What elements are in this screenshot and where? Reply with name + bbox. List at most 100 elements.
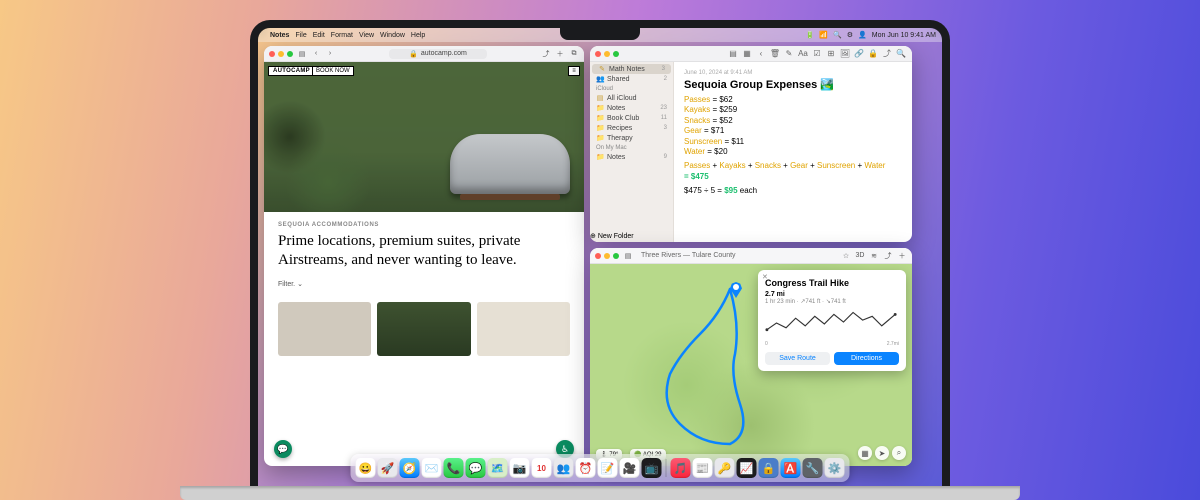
add-icon[interactable]: ＋ [897,251,907,261]
locate-icon[interactable]: ➤ [875,446,889,460]
dock-app-freeform[interactable]: 🎥 [620,458,640,478]
menubar-item[interactable]: Edit [313,32,325,39]
trash-icon[interactable]: 🗑 [769,49,781,58]
filter-button[interactable]: Filter. ⌄ [278,280,570,288]
sidebar-item[interactable]: 📁Notes23 [590,103,673,113]
hamburger-menu-icon[interactable]: ≡ [568,66,580,76]
menubar-item[interactable]: View [359,32,374,39]
close-button[interactable] [595,253,601,259]
save-route-button[interactable]: Save Route [765,352,830,365]
url-field[interactable]: 🔒 autocamp.com [389,49,487,59]
dock-app-passwords[interactable]: 🔑 [715,458,735,478]
search-icon[interactable]: 🔍 [895,49,907,58]
binoculars-icon[interactable]: ⌕ [892,446,906,460]
back-icon[interactable]: ‹ [755,49,767,58]
folder-icon: 📁 [596,134,604,142]
map-pin-icon[interactable] [730,282,742,298]
sidebar-item-label: Recipes [607,125,632,132]
sidebar-item[interactable]: ✎Math Notes3 [592,64,671,74]
menubar-item[interactable]: Help [411,32,425,39]
menubar-item[interactable]: Format [331,32,353,39]
zoom-button[interactable] [287,51,293,57]
dock-app-launchpad[interactable]: 🚀 [378,458,398,478]
thumbnail[interactable] [477,302,570,356]
route-name: Congress Trail Hike [765,278,899,288]
close-button[interactable] [269,51,275,57]
dock-app-keychain[interactable]: 🔒 [759,458,779,478]
sidebar-item[interactable]: ▤All iCloud [590,93,673,103]
dock-app-contacts[interactable]: 👥 [554,458,574,478]
dock-app-settings[interactable]: ⚙️ [825,458,845,478]
close-button[interactable] [595,51,601,57]
sidebar-icon[interactable]: ▤ [297,49,307,59]
dock-app-news[interactable]: 📰 [693,458,713,478]
sidebar-item[interactable]: 📁Notes9 [590,152,673,162]
media-icon[interactable]: 🖼 [839,49,851,58]
map-mode-icon[interactable]: ▦ [858,446,872,460]
checklist-icon[interactable]: ☑ [811,49,823,58]
sidebar-item[interactable]: 📁Book Club11 [590,113,673,123]
site-logo[interactable]: AUTOCAMP [268,66,315,76]
lock-icon[interactable]: 🔒 [867,49,879,58]
control-center-icon[interactable]: ⚙︎ [847,31,853,39]
sidebar-icon[interactable]: ▤ [623,251,633,261]
user-icon[interactable]: 👤 [858,31,867,39]
layers-icon[interactable]: ≋ [869,251,879,261]
zoom-button[interactable] [613,253,619,259]
notes-toolbar: ▤ ▦ ‹ 🗑 ✎ Aa ☑ ⊞ 🖼 🔗 🔒 ⤴ 🔍 [590,46,912,62]
dock-app-calendar[interactable]: 10 [532,458,552,478]
dock-app-tv[interactable]: 📺 [642,458,662,478]
format-icon[interactable]: Aa [797,49,809,58]
thumbnail[interactable] [278,302,371,356]
minimize-button[interactable] [604,253,610,259]
dock-app-music[interactable]: 🎵 [671,458,691,478]
3d-icon[interactable]: 3D [855,251,865,261]
dock-app-safari[interactable]: 🧭 [400,458,420,478]
share-icon[interactable]: ⤴ [883,251,893,261]
dock-app-finder[interactable]: 😀 [356,458,376,478]
dock-app-notes[interactable]: 📝 [598,458,618,478]
thumbnail[interactable] [377,302,470,356]
battery-icon[interactable]: 🔋 [806,31,815,39]
chat-fab-icon[interactable]: 💬 [274,440,292,458]
share-icon[interactable]: ⤴ [881,48,893,59]
dock-app-appstore[interactable]: 🅰️ [781,458,801,478]
back-icon[interactable]: ‹ [311,49,321,59]
minimize-button[interactable] [604,51,610,57]
dock-app-maps[interactable]: 🗺️ [488,458,508,478]
dock-app-facetime[interactable]: 📞 [444,458,464,478]
directions-button[interactable]: Directions [834,352,899,365]
note-content[interactable]: June 10, 2024 at 9:41 AM Sequoia Group E… [674,62,912,230]
new-folder-button[interactable]: ⊕ New Folder [590,230,674,242]
dock-app-stocks[interactable]: 📈 [737,458,757,478]
sidebar-item[interactable]: 📁Recipes3 [590,123,673,133]
dock-app-shortcuts[interactable]: 🔧 [803,458,823,478]
zoom-button[interactable] [613,51,619,57]
share-icon[interactable]: ⤴ [541,49,551,59]
search-icon[interactable]: 🔍 [833,31,842,39]
table-icon[interactable]: ⊞ [825,49,837,58]
book-now-button[interactable]: BOOK NOW [312,66,354,76]
forward-icon[interactable]: › [325,49,335,59]
clock[interactable]: Mon Jun 10 9:41 AM [872,32,936,39]
menubar-item[interactable]: Window [380,32,405,39]
sidebar-item[interactable]: 👥Shared2 [590,74,673,84]
dock-app-reminders[interactable]: ⏰ [576,458,596,478]
link-icon[interactable]: 🔗 [853,49,865,58]
dock-app-photos[interactable]: 📷 [510,458,530,478]
compose-icon[interactable]: ✎ [783,49,795,58]
dock-app-mail[interactable]: ✉️ [422,458,442,478]
tabs-icon[interactable]: ⧉ [569,49,579,59]
list-view-icon[interactable]: ▤ [727,49,739,58]
wifi-icon[interactable]: 📶 [819,31,828,39]
minimize-button[interactable] [278,51,284,57]
dock-app-messages[interactable]: 💬 [466,458,486,478]
grid-view-icon[interactable]: ▦ [741,49,753,58]
menubar-item[interactable]: File [295,32,306,39]
new-tab-icon[interactable]: ＋ [555,49,565,59]
menubar-app-name[interactable]: Notes [270,32,289,39]
sidebar-item[interactable]: 📁Therapy [590,133,673,143]
map-canvas[interactable]: ✕ Congress Trail Hike 2.7 mi 1 hr 23 min… [590,264,912,466]
close-icon[interactable]: ✕ [762,273,768,281]
bookmark-icon[interactable]: ☆ [841,251,851,261]
